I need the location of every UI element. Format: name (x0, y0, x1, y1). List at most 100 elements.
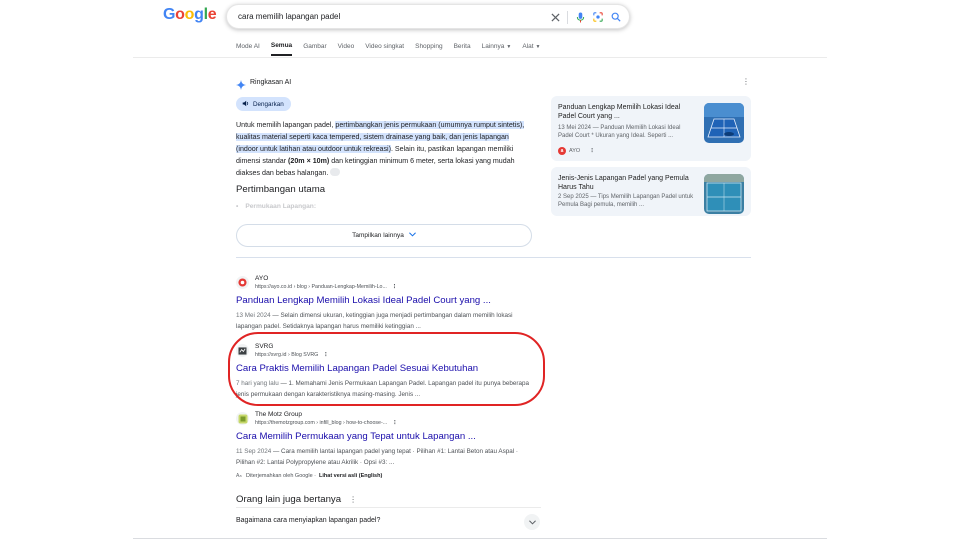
close-icon[interactable] (548, 10, 562, 24)
more-options-icon[interactable]: ⋮ (349, 495, 357, 504)
result-snippet: 7 hari yang lalu — 1. Memahami Jenis Per… (236, 378, 536, 400)
search-result: The Motz Group https://themotzgroup.com … (236, 411, 546, 468)
mic-icon[interactable] (573, 10, 587, 24)
result-snippet: 13 Mei 2024 — Selain dimensi ukuran, ket… (236, 310, 536, 332)
ai-overview-divider (236, 257, 751, 258)
more-options-icon[interactable]: ⋮ (392, 420, 397, 426)
ai-faded-item: • Permukaan Lapangan: (236, 203, 317, 210)
more-options-icon[interactable]: ⋮ (323, 352, 328, 358)
result-title-link[interactable]: Panduan Lengkap Memilih Lokasi Ideal Pad… (236, 295, 546, 307)
result-url: https://svrg.id › Blog SVRG ⋮ (255, 351, 329, 359)
logo-letter: o (175, 6, 185, 23)
show-more-button[interactable]: Tampilkan lainnya (236, 224, 532, 247)
tab-mode-ai[interactable]: Mode AI (236, 42, 260, 56)
source-card-title: Jenis-Jenis Lapangan Padel yang Pemula H… (558, 175, 689, 191)
search-bar[interactable]: cara memilih lapangan padel (226, 4, 630, 29)
tab-berita[interactable]: Berita (454, 42, 471, 56)
show-more-label: Tampilkan lainnya (352, 232, 404, 239)
tab-video-singkat[interactable]: Video singkat (365, 42, 404, 56)
result-url: https://themotzgroup.com › infill_blog ›… (255, 419, 397, 427)
result-header[interactable]: The Motz Group https://themotzgroup.com … (236, 411, 546, 427)
ai-dimension: (20m × 10m) (288, 157, 330, 165)
result-snippet: 11 Sep 2024 — Cara memilih lantai lapang… (236, 446, 536, 468)
search-result: SVRG https://svrg.id › Blog SVRG ⋮ Cara P… (236, 343, 546, 400)
result-snippet-text: — 1. Memahami Jenis Permukaan Lapangan P… (236, 380, 530, 398)
chevron-down-icon[interactable] (524, 514, 540, 530)
tab-label: Berita (453, 43, 471, 50)
result-title-link[interactable]: Cara Memilih Permukaan yang Tepat untuk … (236, 431, 546, 443)
listen-label: Dengarkan (253, 100, 284, 108)
result-url: https://ayo.co.id › blog › Panduan-Lengk… (255, 283, 397, 291)
ayo-favicon-icon: a (558, 147, 566, 155)
tab-label: Video singkat (365, 43, 405, 50)
logo-letter: g (194, 6, 204, 23)
result-url-text: https://themotzgroup.com › infill_blog ›… (255, 420, 388, 426)
svg-text:a: a (240, 474, 242, 478)
caret-down-icon: ▼ (506, 43, 512, 50)
chevron-down-icon (408, 232, 416, 239)
ai-overview-text: Untuk memilih lapangan padel, pertimbang… (236, 119, 528, 179)
tab-label: Lainnya (481, 43, 505, 50)
result-date: 13 Mei 2024 (236, 312, 271, 319)
result-url-text: https://svrg.id › Blog SVRG (255, 352, 319, 358)
translate-icon: Aa (236, 472, 243, 480)
ai-source-card[interactable]: Jenis-Jenis Lapangan Padel yang Pemula H… (551, 167, 751, 216)
more-options-icon[interactable]: ⋮ (392, 284, 397, 290)
tab-label: Video (337, 43, 355, 50)
view-original-link[interactable]: Lihat versi asli (English) (319, 473, 382, 479)
more-options-icon[interactable]: ⋮ (742, 78, 750, 86)
paa-question[interactable]: Bagaimana cara menyiapkan lapangan padel… (236, 517, 380, 524)
logo-letter: o (184, 6, 195, 23)
ayo-favicon-icon (236, 276, 249, 289)
result-site-name: SVRG (255, 343, 274, 350)
people-also-ask-heading: Orang lain juga bertanya ⋮ (236, 494, 357, 505)
tab-label: Semua (270, 42, 293, 49)
result-date: 11 Sep 2024 (236, 448, 272, 455)
source-site-name: AYO (569, 148, 581, 154)
motz-favicon-icon (236, 412, 249, 425)
ai-overview-title: Ringkasan AI (250, 79, 292, 86)
speaker-icon (242, 100, 249, 109)
search-icon[interactable] (609, 10, 623, 24)
paa-title-text: Orang lain juga bertanya (236, 494, 342, 505)
lens-icon[interactable] (591, 10, 605, 24)
tab-video[interactable]: Video (338, 42, 355, 56)
caret-down-icon: ▼ (535, 43, 541, 50)
translation-note: Aa Diterjemahkan oleh Google · Lihat ver… (236, 472, 382, 480)
ai-faded-label: Permukaan Lapangan: (245, 203, 317, 210)
tab-label: Gambar (303, 43, 327, 50)
result-title-link[interactable]: Cara Praktis Memilih Lapangan Padel Sesu… (236, 363, 546, 375)
padel-court-thumbnail (704, 103, 744, 143)
google-logo[interactable]: Google (163, 6, 217, 24)
translation-text: Diterjemahkan oleh Google · (246, 473, 317, 479)
ai-source-card[interactable]: Panduan Lengkap Memilih Lokasi Ideal Pad… (551, 96, 751, 161)
tab-alat[interactable]: Alat ▼ (522, 42, 540, 56)
result-header[interactable]: AYO https://ayo.co.id › blog › Panduan-L… (236, 275, 546, 291)
source-card-title: Panduan Lengkap Memilih Lokasi Ideal Pad… (558, 104, 681, 120)
logo-letter: G (163, 6, 176, 23)
source-card-snippet: 13 Mei 2024 — Panduan Memilih Lokasi Ide… (558, 125, 681, 139)
ai-sparkle-icon (236, 77, 246, 95)
ai-text: Untuk memilih lapangan padel, (236, 121, 336, 129)
ai-subheading: Pertimbangan utama (236, 184, 326, 195)
tab-label: Shopping (415, 43, 443, 50)
tab-shopping[interactable]: Shopping (415, 42, 442, 56)
result-header[interactable]: SVRG https://svrg.id › Blog SVRG ⋮ (236, 343, 546, 359)
result-date: 7 hari yang lalu (236, 380, 279, 387)
search-result: AYO https://ayo.co.id › blog › Panduan-L… (236, 275, 546, 332)
listen-button[interactable]: Dengarkan (236, 97, 291, 111)
tab-lainnya[interactable]: Lainnya ▼ (482, 42, 512, 56)
tab-label: Alat (522, 43, 534, 50)
tab-label: Mode AI (236, 43, 260, 50)
more-options-icon[interactable]: ⋮ (589, 148, 595, 154)
result-url-text: https://ayo.co.id › blog › Panduan-Lengk… (255, 284, 387, 290)
search-tabs: Mode AI Semua Gambar Video Video singkat… (236, 42, 551, 56)
tab-semua[interactable]: Semua (270, 42, 293, 56)
search-input[interactable]: cara memilih lapangan padel (238, 12, 340, 21)
svrg-favicon-icon (236, 344, 249, 357)
link-icon[interactable] (330, 168, 341, 177)
result-snippet-text: — Cara memilih lantai lapangan padel yan… (236, 448, 519, 466)
source-card-snippet: 2 Sep 2025 — Tips Memilih Lapangan Padel… (558, 194, 694, 208)
tab-gambar[interactable]: Gambar (303, 42, 326, 56)
logo-letter: e (207, 6, 217, 23)
